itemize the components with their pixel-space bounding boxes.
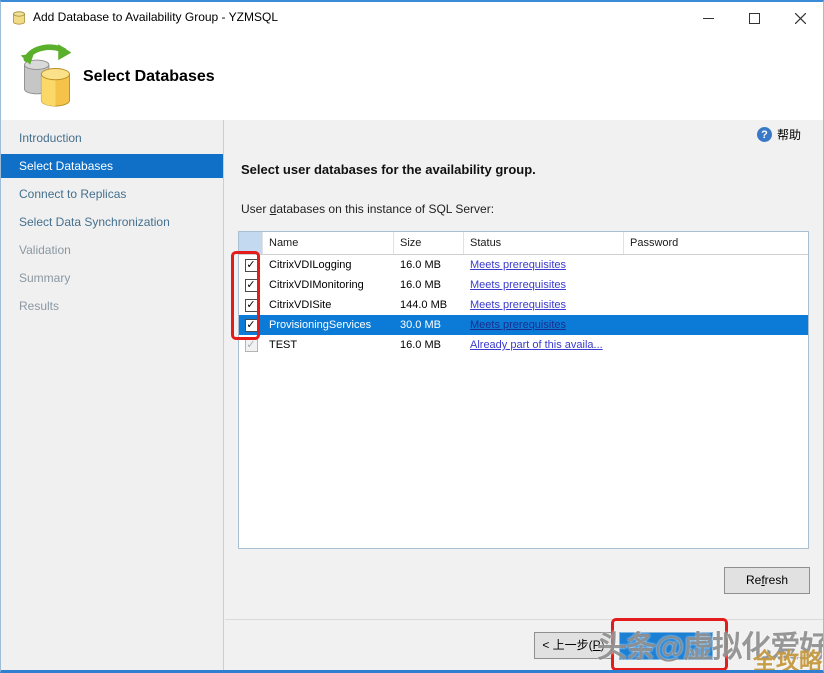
row-checkbox[interactable]: ✓ <box>245 319 258 332</box>
status-link[interactable]: Already part of this availa... <box>470 339 603 351</box>
db-password <box>624 255 808 275</box>
main-pane: ? 帮助 Select user databases for the avail… <box>225 120 823 673</box>
table-header: Name Size Status Password <box>239 232 808 255</box>
table-row-selected[interactable]: ✓ ProvisioningServices 30.0 MB Meets pre… <box>239 315 808 335</box>
sidebar-item-validation[interactable]: Validation <box>1 236 223 264</box>
db-size: 16.0 MB <box>394 275 464 295</box>
sidebar-item-summary[interactable]: Summary <box>1 264 223 292</box>
db-size: 16.0 MB <box>394 255 464 275</box>
status-link[interactable]: Meets prerequisites <box>470 279 566 291</box>
instance-databases-label: User databases on this instance of SQL S… <box>241 202 494 216</box>
wizard-dialog: Add Database to Availability Group - YZM… <box>0 0 824 673</box>
window-title: Add Database to Availability Group - YZM… <box>33 10 278 24</box>
db-password <box>624 335 808 355</box>
sidebar-item-results[interactable]: Results <box>1 292 223 320</box>
page-heading: Select user databases for the availabili… <box>241 162 536 177</box>
status-link[interactable]: Meets prerequisites <box>470 299 566 311</box>
minimize-icon <box>703 13 714 24</box>
column-header-status[interactable]: Status <box>464 232 624 254</box>
refresh-button[interactable]: Refresh <box>724 567 810 594</box>
column-header-name[interactable]: Name <box>263 232 394 254</box>
table-row[interactable]: ✓ CitrixVDISite 144.0 MB Meets prerequis… <box>239 295 808 315</box>
db-password <box>624 275 808 295</box>
footer-divider <box>225 619 823 620</box>
sidebar-item-connect-to-replicas[interactable]: Connect to Replicas <box>1 180 223 208</box>
minimize-button[interactable] <box>685 2 731 34</box>
table-row[interactable]: ✓ TEST 16.0 MB Already part of this avai… <box>239 335 808 355</box>
table-row[interactable]: ✓ CitrixVDILogging 16.0 MB Meets prerequ… <box>239 255 808 275</box>
db-size: 30.0 MB <box>394 315 464 335</box>
help-icon: ? <box>757 127 772 142</box>
db-name: CitrixVDILogging <box>263 255 394 275</box>
db-name: CitrixVDIMonitoring <box>263 275 394 295</box>
help-label: 帮助 <box>777 126 801 143</box>
db-password <box>624 295 808 315</box>
wizard-steps-sidebar: Introduction Select Databases Connect to… <box>1 120 224 673</box>
column-header-password[interactable]: Password <box>624 232 808 254</box>
help-link[interactable]: ? 帮助 <box>757 126 801 143</box>
db-name: CitrixVDISite <box>263 295 394 315</box>
row-checkbox[interactable]: ✓ <box>245 259 258 272</box>
db-name: ProvisioningServices <box>263 315 394 335</box>
db-password <box>624 315 808 335</box>
db-name: TEST <box>263 335 394 355</box>
previous-step-button[interactable]: < 上一步(P) <box>534 632 613 659</box>
sidebar-item-select-databases[interactable]: Select Databases <box>1 154 223 178</box>
databases-table: Name Size Status Password ✓ CitrixVDILog… <box>238 231 809 549</box>
table-row[interactable]: ✓ CitrixVDIMonitoring 16.0 MB Meets prer… <box>239 275 808 295</box>
wizard-header: Select Databases <box>1 34 823 120</box>
db-size: 144.0 MB <box>394 295 464 315</box>
maximize-button[interactable] <box>731 2 777 34</box>
maximize-icon <box>749 13 760 24</box>
next-step-button[interactable] <box>619 632 713 660</box>
row-checkbox[interactable]: ✓ <box>245 279 258 292</box>
column-header-size[interactable]: Size <box>394 232 464 254</box>
row-checkbox[interactable]: ✓ <box>245 299 258 312</box>
sidebar-item-introduction[interactable]: Introduction <box>1 124 223 152</box>
close-icon <box>795 13 806 24</box>
select-all-column-header[interactable] <box>239 232 263 254</box>
database-app-icon <box>11 10 27 26</box>
close-button[interactable] <box>777 2 823 34</box>
status-link[interactable]: Meets prerequisites <box>470 319 566 331</box>
status-link[interactable]: Meets prerequisites <box>470 259 566 271</box>
page-title: Select Databases <box>83 68 215 86</box>
database-sync-icon <box>17 40 77 112</box>
db-size: 16.0 MB <box>394 335 464 355</box>
sidebar-item-select-data-synchronization[interactable]: Select Data Synchronization <box>1 208 223 236</box>
title-bar: Add Database to Availability Group - YZM… <box>1 2 823 34</box>
row-checkbox-disabled: ✓ <box>245 339 258 352</box>
